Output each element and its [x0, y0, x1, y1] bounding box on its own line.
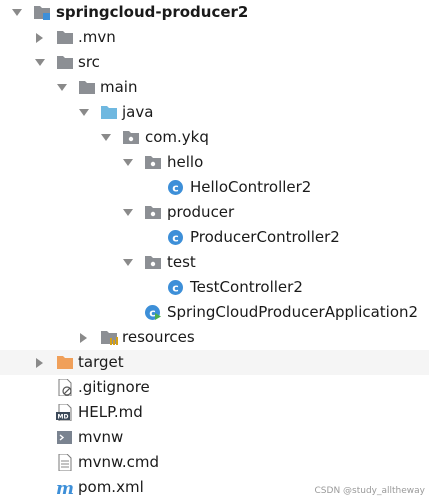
svg-text:MD: MD [58, 414, 69, 421]
tree-row-target[interactable]: target [0, 350, 429, 375]
tree-row-application[interactable]: c SpringCloudProducerApplication2 [0, 300, 429, 325]
folder-label-main: main [100, 78, 138, 96]
folder-icon [56, 54, 74, 71]
maven-pom-icon: m [56, 479, 74, 496]
java-class-icon: c [167, 179, 185, 196]
expand-arrow-icon[interactable] [33, 50, 47, 75]
package-icon [122, 129, 140, 146]
shell-script-icon [56, 429, 74, 446]
svg-text:c: c [172, 232, 179, 245]
tree-row-project-root[interactable]: springcloud-producer2 [0, 0, 429, 25]
tree-row-hello[interactable]: hello [0, 150, 429, 175]
tree-row-mvnw-cmd[interactable]: mvnw.cmd [0, 450, 429, 475]
ignored-file-icon [56, 379, 74, 396]
spring-boot-application-icon: c [144, 304, 162, 321]
collapse-arrow-icon[interactable] [33, 25, 47, 50]
folder-label-mvn: .mvn [78, 28, 116, 46]
text-file-icon [56, 454, 74, 471]
svg-text:c: c [172, 182, 179, 195]
tree-row-test[interactable]: test [0, 250, 429, 275]
tree-row-main[interactable]: main [0, 75, 429, 100]
expand-arrow-icon[interactable] [55, 75, 69, 100]
svg-text:c: c [172, 282, 179, 295]
expand-arrow-icon[interactable] [99, 125, 113, 150]
collapse-arrow-icon[interactable] [33, 350, 47, 375]
package-icon [144, 254, 162, 271]
tree-row-java[interactable]: java [0, 100, 429, 125]
tree-row-producer[interactable]: producer [0, 200, 429, 225]
tree-row-package[interactable]: com.ykq [0, 125, 429, 150]
source-folder-icon [100, 104, 118, 121]
svg-text:c: c [149, 307, 156, 320]
folder-label-target: target [78, 353, 124, 371]
expand-arrow-icon[interactable] [121, 200, 135, 225]
tree-row-producer-controller[interactable]: c ProducerController2 [0, 225, 429, 250]
watermark: CSDN @study_alltheway [314, 486, 425, 496]
project-folder-icon [33, 4, 51, 21]
folder-icon [56, 29, 74, 46]
java-class-icon: c [167, 229, 185, 246]
tree-row-gitignore[interactable]: .gitignore [0, 375, 429, 400]
class-label-hello-controller: HelloController2 [190, 178, 312, 196]
tree-row-src[interactable]: src [0, 50, 429, 75]
tree-row-hello-controller[interactable]: c HelloController2 [0, 175, 429, 200]
expand-arrow-icon[interactable] [121, 150, 135, 175]
expand-arrow-icon[interactable] [121, 250, 135, 275]
folder-label-src: src [78, 53, 100, 71]
class-label-producer-controller: ProducerController2 [190, 228, 340, 246]
file-label-gitignore: .gitignore [78, 378, 150, 396]
package-icon [144, 154, 162, 171]
collapse-arrow-icon[interactable] [77, 325, 91, 350]
file-label-help: HELP.md [78, 403, 143, 421]
project-root-label: springcloud-producer2 [56, 3, 249, 21]
package-label: com.ykq [145, 128, 209, 146]
resources-folder-icon [100, 329, 118, 346]
markdown-file-icon: MD [56, 404, 74, 421]
class-label-application: SpringCloudProducerApplication2 [167, 303, 419, 321]
file-label-pom: pom.xml [78, 478, 144, 496]
expand-arrow-icon[interactable] [10, 0, 24, 25]
tree-row-mvn[interactable]: .mvn [0, 25, 429, 50]
package-label-producer: producer [167, 203, 235, 221]
tree-row-test-controller[interactable]: c TestController2 [0, 275, 429, 300]
folder-label-java: java [122, 103, 154, 121]
package-label-test: test [167, 253, 196, 271]
class-label-test-controller: TestController2 [190, 278, 303, 296]
folder-label-resources: resources [122, 328, 195, 346]
tree-row-resources[interactable]: resources [0, 325, 429, 350]
tree-row-help[interactable]: MD HELP.md [0, 400, 429, 425]
excluded-folder-icon [56, 354, 74, 371]
expand-arrow-icon[interactable] [77, 100, 91, 125]
svg-text:m: m [56, 479, 74, 496]
folder-icon [78, 79, 96, 96]
tree-row-mvnw[interactable]: mvnw [0, 425, 429, 450]
package-icon [144, 204, 162, 221]
java-class-icon: c [167, 279, 185, 296]
package-label-hello: hello [167, 153, 204, 171]
file-label-mvnw-cmd: mvnw.cmd [78, 453, 160, 471]
file-label-mvnw: mvnw [78, 428, 124, 446]
